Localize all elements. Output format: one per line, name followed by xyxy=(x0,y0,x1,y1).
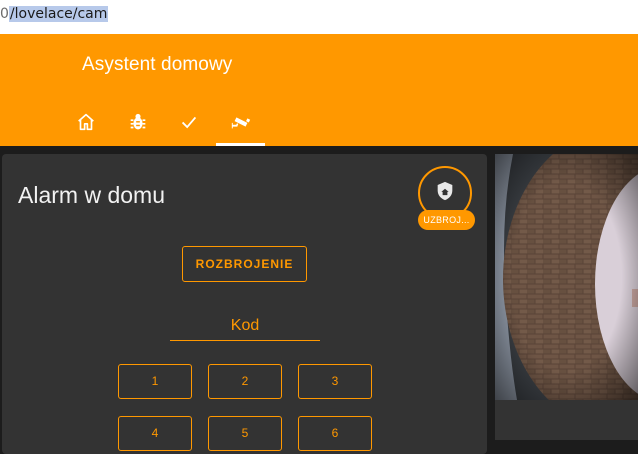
app-title: Asystent domowy xyxy=(82,54,233,75)
dashboard-view: Alarm w domu UZBROJ... ROZBROJENIE Kod 1… xyxy=(0,146,638,454)
camera-image xyxy=(495,154,638,400)
app-header: Asystent domowy xyxy=(0,34,638,146)
keypad-button-1[interactable]: 1 xyxy=(118,364,192,399)
cctv-icon xyxy=(231,117,251,129)
keypad-button-4[interactable]: 4 xyxy=(118,416,192,451)
url-prefix: 0 xyxy=(0,6,9,22)
alarm-state-badge: UZBROJ... xyxy=(418,210,475,230)
disarm-button[interactable]: ROZBROJENIE xyxy=(182,246,307,282)
camera-card[interactable] xyxy=(495,154,638,400)
keypad-button-2[interactable]: 2 xyxy=(208,364,282,399)
bug-icon xyxy=(130,113,146,130)
url-selected-text: /lovelace/cam xyxy=(8,6,109,22)
home-icon xyxy=(78,113,94,131)
code-label: Kod xyxy=(230,317,260,334)
keypad-button-3[interactable]: 3 xyxy=(298,364,372,399)
code-input[interactable]: Kod xyxy=(170,312,320,341)
shield-home-icon xyxy=(437,181,453,201)
address-bar[interactable]: 0/lovelace/cam xyxy=(0,0,638,30)
check-icon xyxy=(181,116,197,129)
tab-check[interactable] xyxy=(165,100,213,144)
alarm-panel-card: Alarm w domu UZBROJ... ROZBROJENIE Kod 1… xyxy=(2,154,487,454)
keypad-button-5[interactable]: 5 xyxy=(208,416,282,451)
tab-bug[interactable] xyxy=(114,100,162,144)
alarm-panel-title: Alarm w domu xyxy=(18,182,165,208)
tab-home[interactable] xyxy=(62,100,110,144)
camera-card-footer xyxy=(495,400,638,440)
tab-cctv[interactable] xyxy=(217,100,265,144)
keypad-button-6[interactable]: 6 xyxy=(298,416,372,451)
url-text[interactable]: 0/lovelace/cam xyxy=(0,4,109,24)
